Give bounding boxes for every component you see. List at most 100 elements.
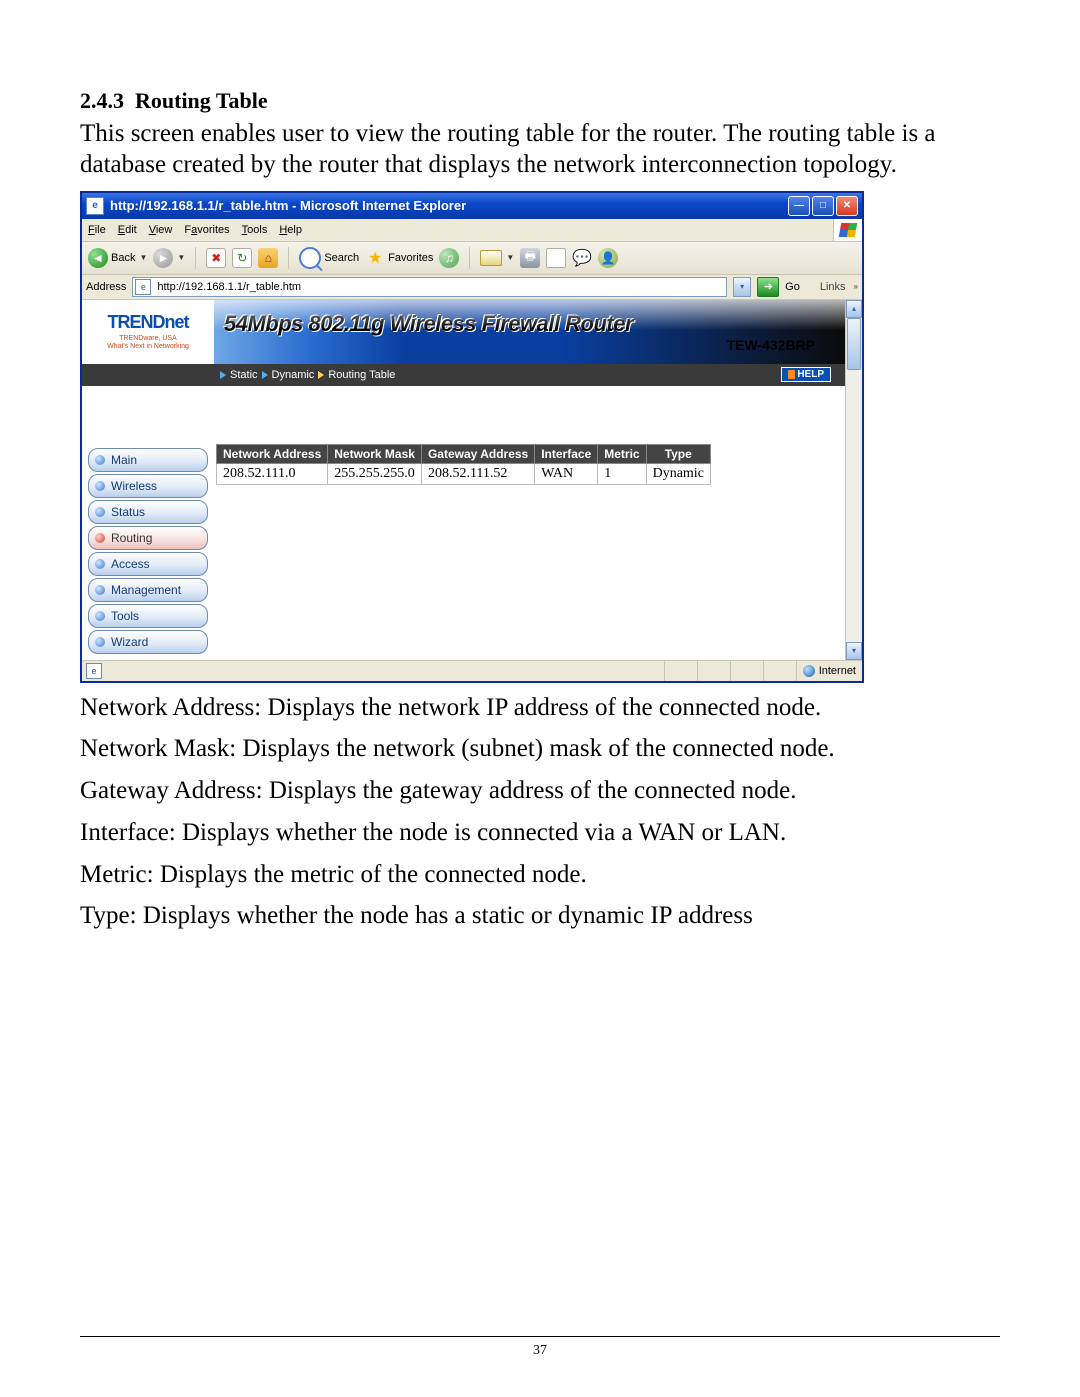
address-bar: Address e ▾ ➜ Go Links »	[82, 275, 862, 300]
footer-rule	[80, 1336, 1000, 1337]
go-button[interactable]: ➜	[757, 277, 779, 297]
desc-network-address: Network Address: Displays the network IP…	[80, 691, 1000, 725]
print-button[interactable]: 🖶	[520, 248, 540, 268]
bullet-icon	[95, 637, 105, 647]
tab-static[interactable]: Static	[220, 369, 258, 381]
tab-dynamic[interactable]: Dynamic	[262, 369, 315, 381]
page-icon: e	[135, 279, 151, 295]
menu-tools[interactable]: Tools	[242, 224, 268, 236]
triangle-icon	[318, 371, 324, 379]
vertical-scrollbar[interactable]: ▴ ▾	[845, 300, 862, 660]
edit-button[interactable]: ✎	[546, 248, 566, 268]
brand-sub2: What's Next in Networking	[107, 343, 189, 351]
forward-button[interactable]: ►▼	[153, 248, 185, 268]
sidebar-item-tools[interactable]: Tools	[88, 604, 208, 628]
address-field[interactable]: e	[132, 277, 727, 297]
media-button[interactable]: ♫	[439, 248, 459, 268]
back-icon: ◄	[88, 248, 108, 268]
menu-view[interactable]: View	[149, 224, 173, 236]
status-zone: Internet	[796, 661, 862, 681]
page-icon: e	[86, 663, 102, 679]
desc-type: Type: Displays whether the node has a st…	[80, 899, 1000, 933]
search-button[interactable]: Search	[299, 247, 359, 269]
table-row: 208.52.111.0 255.255.255.0 208.52.111.52…	[217, 463, 711, 484]
minimize-button[interactable]: —	[788, 196, 810, 216]
titlebar[interactable]: e http://192.168.1.1/r_table.htm - Micro…	[82, 193, 862, 219]
page-number: 37	[0, 1343, 1080, 1359]
maximize-button[interactable]: □	[812, 196, 834, 216]
router-main: Network Address Network Mask Gateway Add…	[214, 386, 845, 656]
address-dropdown[interactable]: ▾	[733, 277, 751, 297]
forward-icon: ►	[153, 248, 173, 268]
desc-gateway-address: Gateway Address: Displays the gateway ad…	[80, 774, 1000, 808]
bullet-icon	[95, 507, 105, 517]
bullet-icon	[95, 455, 105, 465]
router-subnav: Static Dynamic Routing Table HELP	[82, 364, 845, 386]
favorites-button[interactable]: ★Favorites	[365, 248, 433, 268]
bullet-icon	[95, 533, 105, 543]
toolbar-separator	[288, 247, 289, 269]
scroll-down-button[interactable]: ▾	[846, 642, 862, 660]
menu-help[interactable]: Help	[279, 224, 302, 236]
intro-paragraph: This screen enables user to view the rou…	[80, 118, 1000, 181]
window-title: http://192.168.1.1/r_table.htm - Microso…	[110, 198, 466, 213]
chevron-down-icon[interactable]: ▼	[177, 253, 185, 262]
router-sidemenu: Main Wireless Status Routing Access Mana…	[82, 386, 214, 656]
col-type: Type	[646, 444, 710, 463]
cell-gateway-address: 208.52.111.52	[421, 463, 534, 484]
sidebar-item-main[interactable]: Main	[88, 448, 208, 472]
scrollbar-thumb[interactable]	[847, 318, 861, 370]
toolbar-separator	[195, 247, 196, 269]
stop-button[interactable]: ✖	[206, 248, 226, 268]
col-network-mask: Network Mask	[328, 444, 422, 463]
col-gateway-address: Gateway Address	[421, 444, 534, 463]
tab-routing-table[interactable]: Routing Table	[318, 369, 395, 381]
cell-network-mask: 255.255.255.0	[328, 463, 422, 484]
banner-title: 54Mbps 802.11g Wireless Firewall Router	[224, 311, 845, 337]
chevron-down-icon[interactable]: ▼	[139, 253, 147, 262]
ie-window: e http://192.168.1.1/r_table.htm - Micro…	[80, 191, 864, 683]
links-label[interactable]: Links	[820, 281, 846, 293]
sidebar-item-wizard[interactable]: Wizard	[88, 630, 208, 654]
brand-name: TRENDnet	[108, 312, 189, 333]
close-button[interactable]: ✕	[836, 196, 858, 216]
chevron-down-icon[interactable]: ▼	[506, 253, 514, 262]
triangle-icon	[262, 371, 268, 379]
sidebar-item-status[interactable]: Status	[88, 500, 208, 524]
col-metric: Metric	[598, 444, 646, 463]
windows-flag-icon	[833, 219, 862, 241]
bullet-icon	[95, 481, 105, 491]
address-input[interactable]	[155, 280, 724, 294]
section-title: Routing Table	[135, 88, 268, 113]
globe-icon	[803, 665, 815, 677]
mail-icon	[480, 250, 502, 266]
chevron-right-icon[interactable]: »	[854, 282, 858, 291]
desc-metric: Metric: Displays the metric of the conne…	[80, 858, 1000, 892]
browser-viewport: TRENDnet TRENDware, USA What's Next in N…	[82, 300, 845, 660]
toolbar-separator	[469, 247, 470, 269]
home-button[interactable]: ⌂	[258, 248, 278, 268]
sidebar-item-access[interactable]: Access	[88, 552, 208, 576]
brand-logo: TRENDnet TRENDware, USA What's Next in N…	[82, 300, 214, 364]
address-label: Address	[86, 281, 126, 293]
menu-favorites[interactable]: Favorites	[184, 224, 229, 236]
scroll-up-button[interactable]: ▴	[846, 300, 862, 318]
help-button[interactable]: HELP	[781, 367, 831, 382]
toolbar: ◄Back▼ ►▼ ✖ ↻ ⌂ Search ★Favorites ♫ ▼ 🖶 …	[82, 242, 862, 275]
back-button[interactable]: ◄Back▼	[88, 248, 147, 268]
discuss-button[interactable]: 💬	[572, 248, 592, 268]
bullet-icon	[95, 585, 105, 595]
sidebar-item-wireless[interactable]: Wireless	[88, 474, 208, 498]
menu-file[interactable]: File	[88, 224, 106, 236]
routing-table: Network Address Network Mask Gateway Add…	[216, 444, 711, 485]
sidebar-item-management[interactable]: Management	[88, 578, 208, 602]
mail-button[interactable]: ▼	[480, 250, 514, 266]
refresh-button[interactable]: ↻	[232, 248, 252, 268]
page-icon: e	[86, 197, 104, 215]
messenger-button[interactable]: 👤	[598, 248, 618, 268]
menu-edit[interactable]: Edit	[118, 224, 137, 236]
col-interface: Interface	[535, 444, 598, 463]
cell-network-address: 208.52.111.0	[217, 463, 328, 484]
sidebar-item-routing[interactable]: Routing	[88, 526, 208, 550]
triangle-icon	[220, 371, 226, 379]
